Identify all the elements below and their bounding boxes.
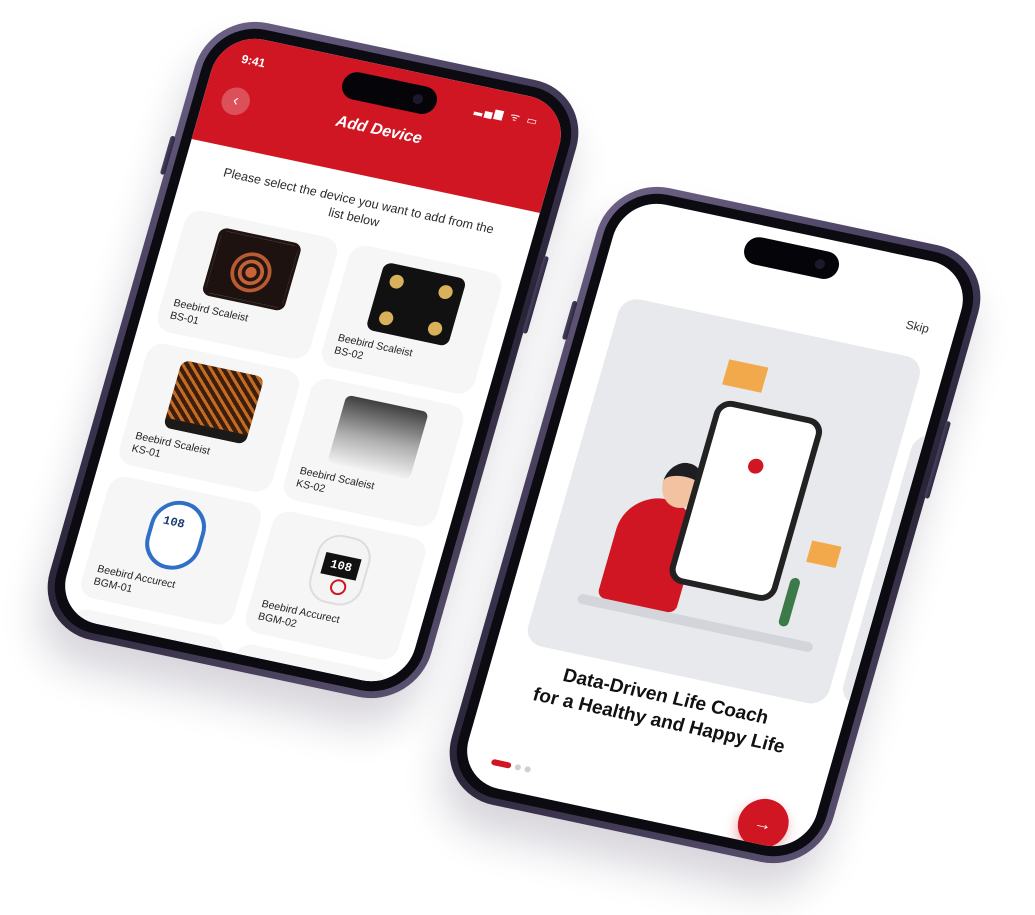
device-card-bs01[interactable]: Beebird Scaleist BS-01 (153, 207, 342, 362)
device-card-ks01[interactable]: Beebird Scaleist KS-01 (115, 340, 304, 495)
page-dot[interactable] (523, 765, 532, 773)
heart-icon (739, 450, 773, 482)
glucose-meter-bgm02-image (303, 530, 377, 610)
page-dot[interactable] (514, 763, 522, 771)
page-indicator (490, 758, 532, 773)
kitchen-scale-ks01-image (163, 359, 265, 445)
phone-illustration (665, 397, 826, 604)
next-button[interactable]: → (731, 794, 795, 853)
envelope-icon (722, 359, 769, 393)
plant-illustration (777, 577, 802, 628)
device-card-ks02[interactable]: Beebird Scaleist KS-02 (279, 375, 468, 530)
envelope-icon (806, 540, 842, 568)
status-time: 9:41 (239, 51, 268, 71)
device-card-bgm01[interactable]: Beebird Accurect BGM-01 (77, 473, 265, 628)
page-dot-active[interactable] (490, 758, 512, 769)
blood-pressure-monitor-image (86, 625, 189, 689)
scale-bs02-image (365, 261, 467, 347)
device-grid: Beebird Scaleist BS-01 Beebird Scaleist … (55, 198, 523, 689)
ecg-device-image (251, 660, 353, 689)
glucose-meter-bgm01-image (138, 495, 213, 575)
device-card-bs02[interactable]: Beebird Scaleist BS-02 (318, 242, 506, 397)
camera-icon (411, 93, 425, 105)
device-card-bgm02[interactable]: Beebird Accurect BGM-02 (241, 508, 430, 663)
scale-bs01-image (201, 226, 303, 312)
camera-icon (813, 258, 827, 270)
dynamic-island (740, 234, 843, 282)
kitchen-scale-ks02-image (327, 394, 429, 480)
skip-link[interactable]: Skip (904, 318, 931, 336)
status-icons: ▂▄▆ ᯤ ▭ (473, 103, 541, 129)
